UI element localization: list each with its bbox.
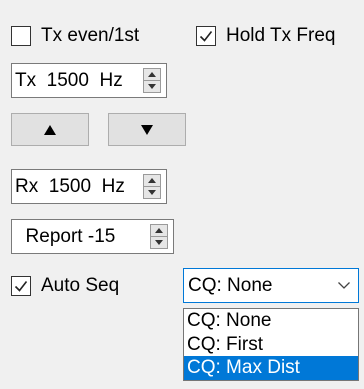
rx-frequency-spinbox[interactable]: Rx 1500 Hz (11, 169, 167, 204)
cq-option-none[interactable]: CQ: None (184, 309, 358, 333)
hold-tx-freq-check-box[interactable] (196, 26, 216, 46)
rx-frequency-spin-buttons (143, 174, 161, 199)
spin-up-icon (148, 72, 156, 77)
auto-seq-label: Auto Seq (41, 275, 120, 296)
tx-frequency-value: Tx 1500 Hz (15, 69, 123, 91)
report-spinbox[interactable]: Report -15 (11, 219, 174, 254)
tx-frequency-spinbox[interactable]: Tx 1500 Hz (11, 63, 167, 98)
report-spin-buttons (150, 224, 168, 249)
checkmark-icon (14, 281, 28, 292)
cq-dropdown-list: CQ: None CQ: First CQ: Max Dist (183, 308, 359, 381)
tx-frequency-spin-buttons (143, 68, 161, 93)
rx-frequency-value: Rx 1500 Hz (15, 175, 125, 197)
rx-frequency-decrement[interactable] (144, 186, 160, 198)
down-triangle-icon (141, 124, 153, 135)
spin-down-icon (148, 190, 156, 195)
up-triangle-icon (44, 124, 56, 135)
freq-down-button[interactable] (108, 113, 186, 146)
spin-down-icon (155, 240, 163, 245)
report-decrement[interactable] (151, 236, 167, 248)
cq-combo-box[interactable]: CQ: None (183, 268, 359, 303)
checkmark-icon (199, 31, 213, 42)
hold-tx-freq-label: Hold Tx Freq (226, 25, 336, 46)
spin-up-icon (155, 228, 163, 233)
cq-option-first[interactable]: CQ: First (184, 333, 358, 357)
hold-tx-freq-checkbox[interactable]: Hold Tx Freq (196, 25, 335, 47)
tx-even-check-box[interactable] (11, 26, 31, 46)
chevron-down-icon[interactable] (330, 282, 358, 289)
tx-frequency-increment[interactable] (144, 69, 160, 80)
cq-option-max-dist[interactable]: CQ: Max Dist (184, 356, 358, 380)
auto-seq-check-box[interactable] (11, 276, 31, 296)
rx-frequency-increment[interactable] (144, 175, 160, 186)
cq-selected-value: CQ: None (188, 274, 273, 296)
report-value: Report -15 (15, 225, 116, 247)
tx-even-checkbox[interactable]: Tx even/1st (11, 25, 139, 47)
spin-down-icon (148, 84, 156, 89)
tx-frequency-decrement[interactable] (144, 80, 160, 92)
spin-up-icon (148, 178, 156, 183)
tx-even-label: Tx even/1st (41, 25, 140, 46)
auto-seq-checkbox[interactable]: Auto Seq (11, 275, 119, 297)
freq-up-button[interactable] (11, 113, 89, 146)
report-increment[interactable] (151, 225, 167, 236)
